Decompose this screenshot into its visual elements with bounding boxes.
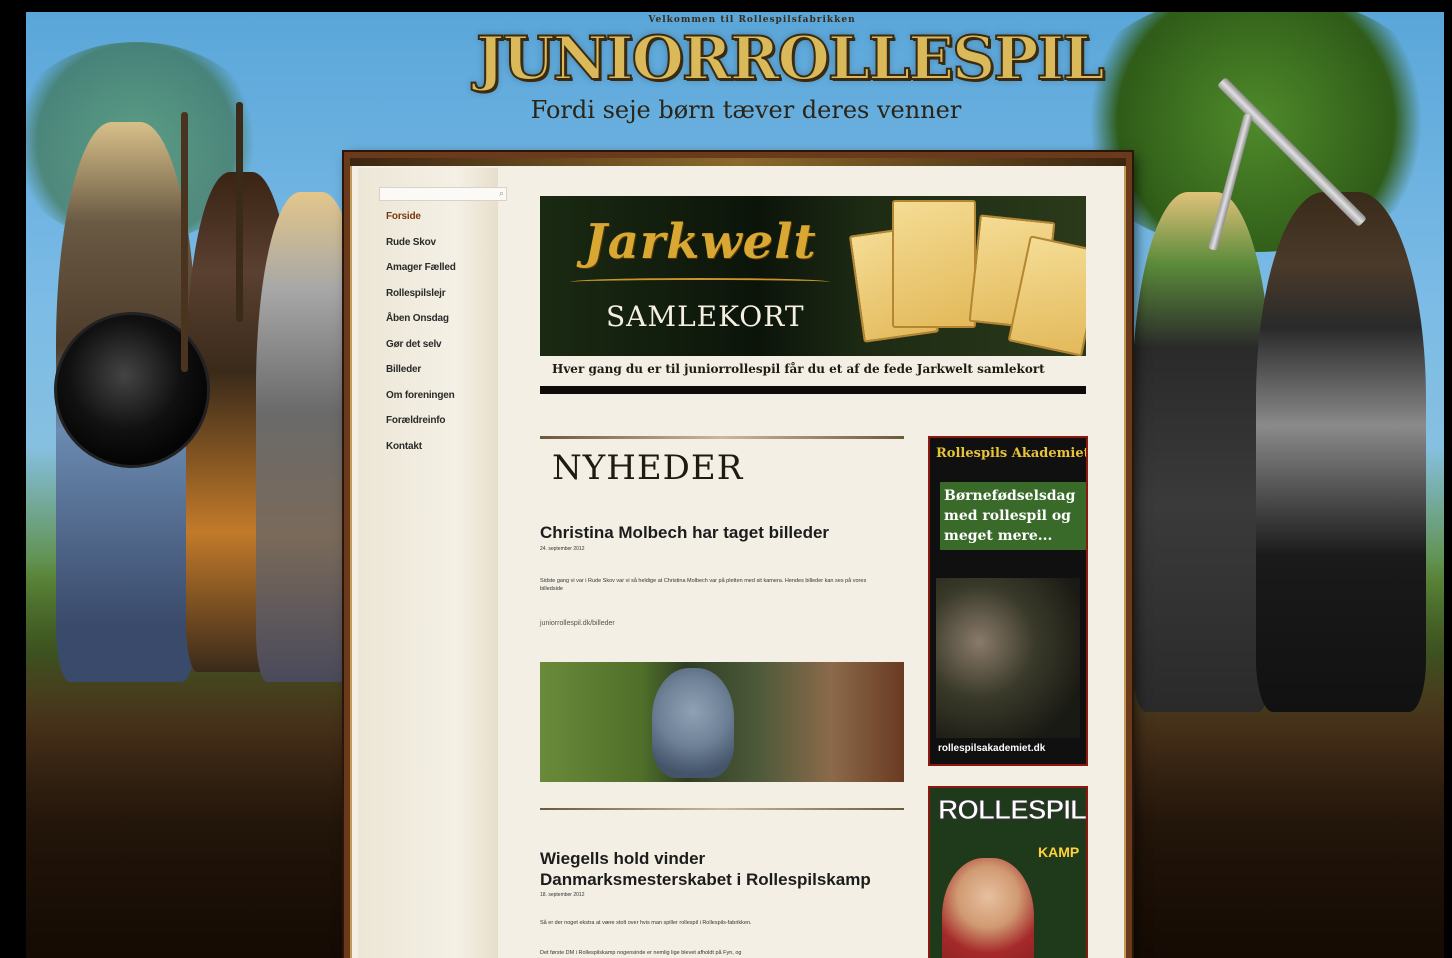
site-logo[interactable]: JUNIORROLLESPIL <box>475 23 1106 95</box>
warrior-figure <box>1256 192 1426 712</box>
wooden-sword <box>181 112 188 372</box>
banner-title: Jarkwelt <box>584 214 817 270</box>
post-image[interactable] <box>540 662 904 782</box>
post-date: 18. september 2012 <box>540 892 585 898</box>
nav-item-goer-det-selv[interactable]: Gør det selv <box>386 339 456 365</box>
banner-caption: Hver gang du er til juniorrollespil får … <box>552 362 1045 376</box>
ad-photo <box>936 578 1080 738</box>
nav-item-rollespilslejr[interactable]: Rollespilslejr <box>386 288 456 314</box>
main-nav: Forside Rude Skov Amager Fælled Rollespi… <box>386 211 456 466</box>
wooden-sword <box>236 102 243 322</box>
post-date: 24. september 2012 <box>540 546 585 552</box>
post-title[interactable]: Wiegells hold vinder Danmarksmesterskabe… <box>540 848 900 890</box>
search-icon[interactable]: ⌕ <box>499 188 504 199</box>
magazine-kamp: KAMP <box>1038 844 1080 860</box>
search-input[interactable]: ⌕ <box>379 187 507 201</box>
news-heading: NYHEDER <box>552 448 744 488</box>
ad-title: Rollespils Akademiet <box>936 446 1088 461</box>
jarkwelt-banner[interactable]: Jarkwelt SAMLEKORT Hver gang du er til j… <box>540 196 1086 394</box>
warrior-figure <box>1132 192 1272 712</box>
post-title[interactable]: Christina Molbech har taget billeder <box>540 522 829 543</box>
post-link[interactable]: juniorrollespil.dk/billeder <box>540 620 615 627</box>
banner-subtitle: SAMLEKORT <box>606 300 805 333</box>
akademiet-ad[interactable]: Rollespils Akademiet Børnefødselsdag med… <box>928 436 1088 766</box>
nav-item-forside[interactable]: Forside <box>386 211 456 237</box>
banner-caption-bar: Hver gang du er til juniorrollespil får … <box>540 356 1086 386</box>
nav-item-kontakt[interactable]: Kontakt <box>386 441 456 467</box>
trading-card <box>892 200 976 328</box>
content-panel: ⌕ Forside Rude Skov Amager Fælled Rolles… <box>344 152 1132 958</box>
post-text: Sidste gang vi var i Rude Skov var vi så… <box>540 578 867 592</box>
news-divider <box>540 808 904 810</box>
nav-item-om-foreningen[interactable]: Om foreningen <box>386 390 456 416</box>
nav-item-rude-skov[interactable]: Rude Skov <box>386 237 456 263</box>
nav-item-aaben-onsdag[interactable]: Åben Onsdag <box>386 313 456 339</box>
banner-ornament <box>570 278 830 286</box>
ad-body: Børnefødselsdag med rollespil og meget m… <box>940 482 1086 550</box>
post-text: Det første DM i Rollespilskamp nogensind… <box>540 950 742 956</box>
nav-item-foraeldreinfo[interactable]: Forældreinfo <box>386 415 456 441</box>
magazine-ad[interactable]: ROLLESPIL KAMP <box>928 786 1088 958</box>
panel-ornament <box>350 158 1126 166</box>
magazine-title: ROLLESPIL <box>937 794 1087 826</box>
nav-item-amager-faelled[interactable]: Amager Fælled <box>386 262 456 288</box>
post-text: Så er der noget ekstra at være stolt ove… <box>540 920 752 926</box>
page-background: Velkommen til Rollespilsfabrikken JUNIOR… <box>26 12 1444 958</box>
ad-url: rollespilsakademiet.dk <box>938 743 1046 754</box>
wolf-mask <box>652 668 734 778</box>
news-divider <box>540 436 904 439</box>
nav-item-billeder[interactable]: Billeder <box>386 364 456 390</box>
site-tagline: Fordi seje børn tæver deres venner <box>530 96 962 124</box>
magazine-cover-photo <box>942 858 1034 958</box>
